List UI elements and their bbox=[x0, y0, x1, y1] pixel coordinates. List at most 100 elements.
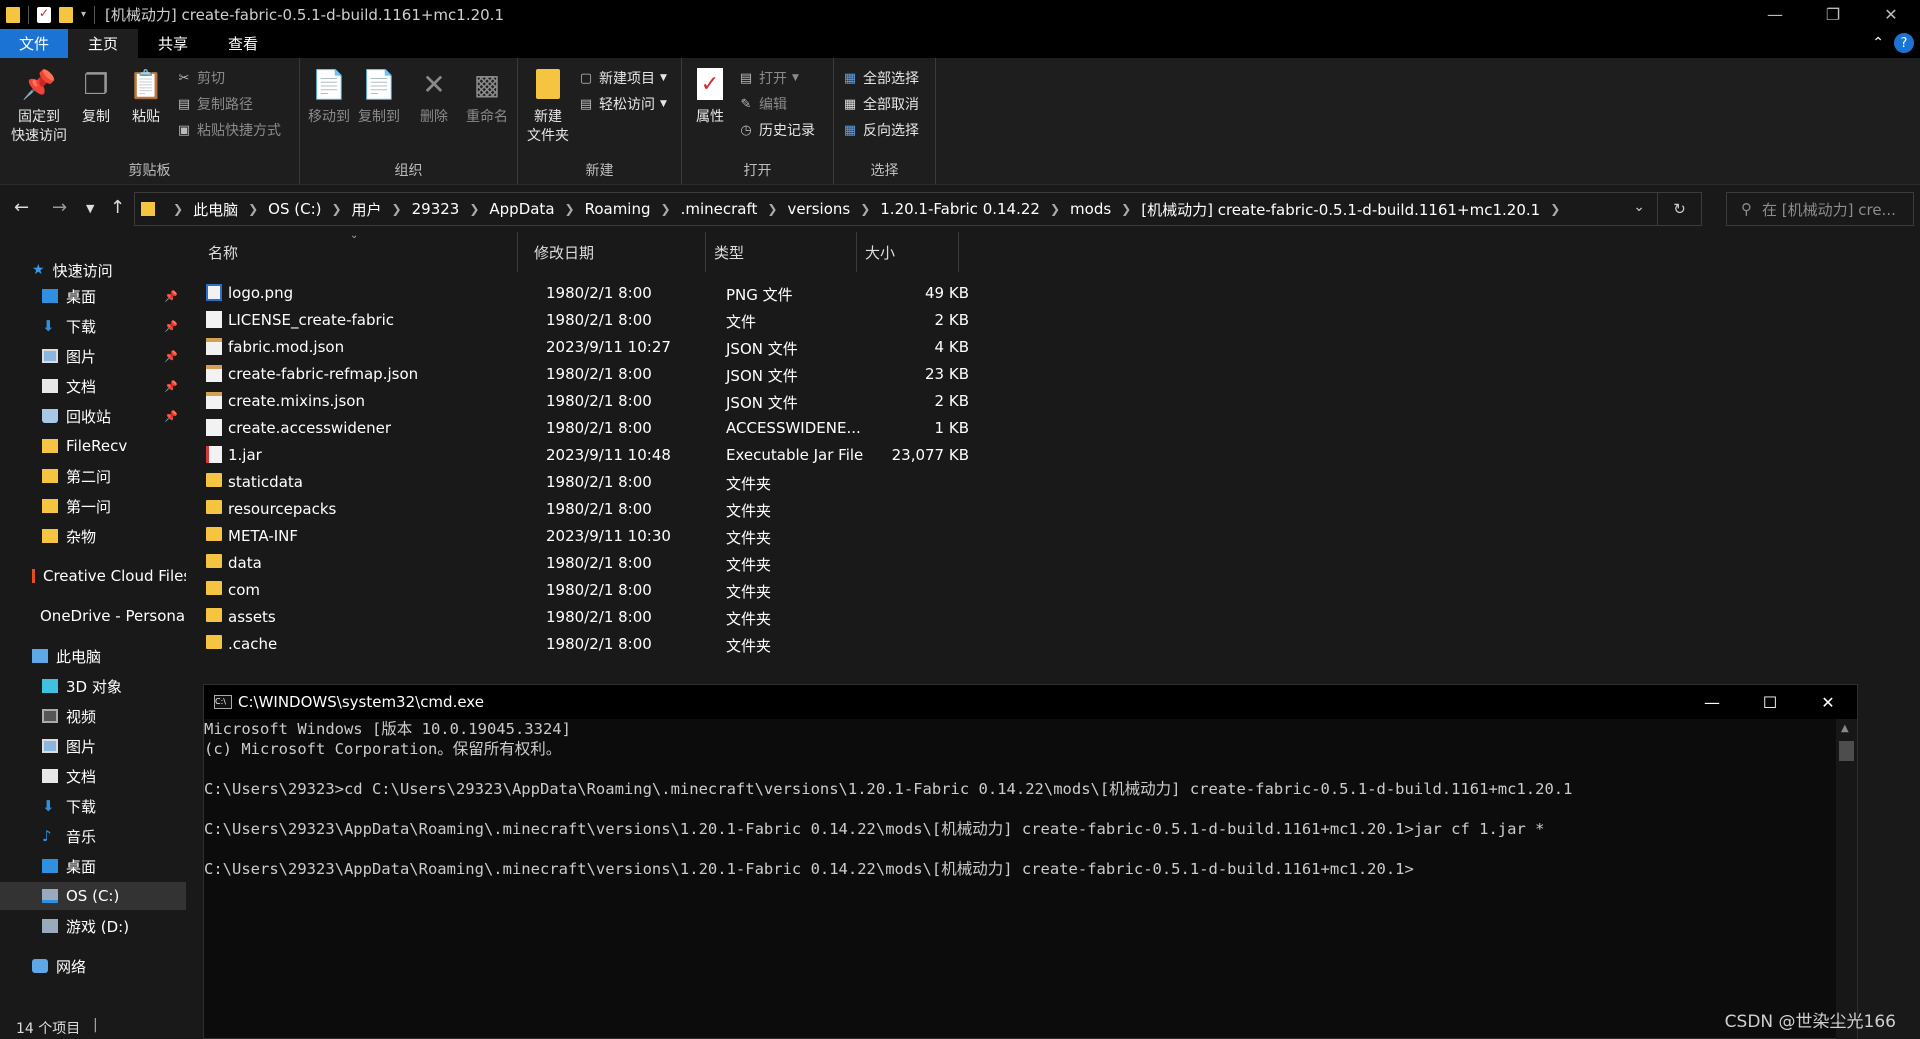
pin-icon[interactable]: 📌 bbox=[164, 290, 178, 303]
chevron-right-icon[interactable]: ❯ bbox=[469, 202, 479, 216]
tab-view[interactable]: 查看 bbox=[208, 29, 278, 58]
collapse-ribbon-icon[interactable]: ⌃ bbox=[1872, 35, 1884, 51]
pin-icon[interactable]: 📌 bbox=[164, 320, 178, 333]
sidebar-item-creative-cloud[interactable]: Creative Cloud Files bbox=[0, 562, 186, 590]
table-row[interactable]: META-INF 2023/9/11 10:30 文件夹 bbox=[206, 523, 1146, 550]
sidebar-item-desktop[interactable]: 桌面 📌 bbox=[0, 282, 186, 310]
select-none-button[interactable]: ▦ 全部取消 bbox=[842, 94, 919, 114]
table-row[interactable]: com 1980/2/1 8:00 文件夹 bbox=[206, 577, 1146, 604]
breadcrumb-item[interactable]: OS (C:) bbox=[268, 200, 321, 218]
properties-icon[interactable] bbox=[37, 6, 51, 23]
restore-button[interactable]: ❐ bbox=[1804, 0, 1862, 29]
back-icon[interactable]: ← bbox=[14, 197, 29, 218]
chevron-right-icon[interactable]: ❯ bbox=[661, 202, 671, 216]
scroll-thumb[interactable] bbox=[1839, 741, 1854, 761]
breadcrumb-item[interactable]: 1.20.1-Fabric 0.14.22 bbox=[880, 200, 1040, 218]
tab-file[interactable]: 文件 bbox=[0, 29, 69, 58]
up-icon[interactable]: ↑ bbox=[110, 197, 125, 218]
table-row[interactable]: create.mixins.json 1980/2/1 8:00 JSON 文件 2 … bbox=[206, 388, 1146, 415]
open-button[interactable]: ▤ 打开 ▼ bbox=[738, 68, 799, 88]
sidebar-item-downloads[interactable]: ⬇ 下载 bbox=[0, 792, 186, 820]
table-row[interactable]: logo.png 1980/2/1 8:00 PNG 文件 49 KB bbox=[206, 280, 1146, 307]
sidebar-item-downloads[interactable]: ⬇ 下载 📌 bbox=[0, 312, 186, 340]
scroll-up-icon[interactable]: ▲ bbox=[1841, 723, 1849, 734]
copy-to-button[interactable]: 📄 复制到 bbox=[356, 66, 402, 127]
sidebar-item-drive-c[interactable]: OS (C:) bbox=[0, 882, 186, 910]
cut-button[interactable]: ✂ 剪切 bbox=[176, 68, 225, 88]
sidebar-item-pictures[interactable]: 图片 bbox=[0, 732, 186, 760]
chevron-right-icon[interactable]: ❯ bbox=[860, 202, 870, 216]
move-to-button[interactable]: 📄 移动到 bbox=[306, 66, 352, 127]
help-icon[interactable]: ? bbox=[1894, 33, 1914, 53]
edit-button[interactable]: ✎ 编辑 bbox=[738, 94, 787, 114]
cmd-title-bar[interactable]: C:\ C:\WINDOWS\system32\cmd.exe — ☐ ✕ bbox=[204, 685, 1857, 719]
cmd-scrollbar[interactable]: ▲ bbox=[1836, 719, 1857, 1039]
breadcrumb-item[interactable]: 用户 bbox=[352, 199, 382, 220]
sidebar-item-documents[interactable]: 文档 📌 bbox=[0, 372, 186, 400]
copy-button[interactable]: ❐ 复制 bbox=[76, 66, 116, 127]
breadcrumb-item[interactable]: [机械动力] create-fabric-0.5.1-d-build.1161+… bbox=[1141, 199, 1540, 220]
address-bar[interactable]: ❯ 此电脑 ❯ OS (C:) ❯ 用户 ❯ 29323 ❯ AppData ❯ Roam… bbox=[134, 192, 1702, 226]
breadcrumb-item[interactable]: 此电脑 bbox=[193, 199, 238, 220]
refresh-icon[interactable]: ↻ bbox=[1657, 193, 1701, 225]
pin-icon[interactable]: 📌 bbox=[164, 410, 178, 423]
paste-shortcut-button[interactable]: ▣ 粘贴快捷方式 bbox=[176, 120, 281, 140]
new-folder-button[interactable]: 新建 文件夹 bbox=[524, 66, 572, 146]
sidebar-item-onedrive[interactable]: OneDrive - Personal bbox=[0, 602, 186, 630]
pin-icon[interactable]: 📌 bbox=[164, 350, 178, 363]
pin-icon[interactable]: 📌 bbox=[164, 380, 178, 393]
history-button[interactable]: ◷ 历史记录 bbox=[738, 120, 815, 140]
chevron-right-icon[interactable]: ❯ bbox=[392, 202, 402, 216]
chevron-right-icon[interactable]: ❯ bbox=[1121, 202, 1131, 216]
customize-toolbar-icon[interactable]: ▾ bbox=[81, 9, 86, 20]
chevron-right-icon[interactable]: ❯ bbox=[1550, 202, 1560, 216]
copy-path-button[interactable]: ▤ 复制路径 bbox=[176, 94, 253, 114]
properties-button[interactable]: ✓ 属性 bbox=[690, 66, 730, 127]
recent-locations-icon[interactable]: ▼ bbox=[86, 202, 94, 215]
cmd-maximize-button[interactable]: ☐ bbox=[1741, 685, 1799, 719]
table-row[interactable]: staticdata 1980/2/1 8:00 文件夹 bbox=[206, 469, 1146, 496]
chevron-right-icon[interactable]: ❯ bbox=[1050, 202, 1060, 216]
chevron-right-icon[interactable]: ❯ bbox=[331, 202, 341, 216]
cmd-output[interactable]: Microsoft Windows [版本 10.0.19045.3324] (… bbox=[204, 719, 1836, 878]
tab-share[interactable]: 共享 bbox=[138, 29, 208, 58]
sidebar-item-3d-objects[interactable]: 3D 对象 bbox=[0, 672, 186, 700]
sidebar-item-documents[interactable]: 文档 bbox=[0, 762, 186, 790]
delete-button[interactable]: ✕ 删除 bbox=[416, 66, 452, 127]
table-row[interactable]: LICENSE_create-fabric 1980/2/1 8:00 文件 2 KB bbox=[206, 307, 1146, 334]
breadcrumb-item[interactable]: AppData bbox=[489, 200, 554, 218]
new-folder-icon[interactable] bbox=[59, 6, 73, 23]
breadcrumb-item[interactable]: versions bbox=[787, 200, 850, 218]
cmd-close-button[interactable]: ✕ bbox=[1799, 685, 1857, 719]
cmd-minimize-button[interactable]: — bbox=[1683, 685, 1741, 719]
breadcrumb-item[interactable]: 29323 bbox=[412, 200, 460, 218]
sidebar-item-network[interactable]: 网络 bbox=[0, 952, 186, 980]
new-item-button[interactable]: ▢ 新建项目 ▼ bbox=[578, 68, 667, 88]
breadcrumb-item[interactable]: Roaming bbox=[585, 200, 651, 218]
tab-home[interactable]: 主页 bbox=[68, 29, 139, 58]
invert-selection-button[interactable]: ▦ 反向选择 bbox=[842, 120, 919, 140]
chevron-right-icon[interactable]: ❯ bbox=[565, 202, 575, 216]
sidebar-item-drive-d[interactable]: 游戏 (D:) bbox=[0, 912, 186, 940]
sidebar-item-music[interactable]: ♪ 音乐 bbox=[0, 822, 186, 850]
cmd-window[interactable]: C:\ C:\WINDOWS\system32\cmd.exe — ☐ ✕ Mi… bbox=[203, 684, 1858, 1039]
sidebar-item-folder[interactable]: 杂物 bbox=[0, 522, 186, 550]
minimize-button[interactable]: — bbox=[1746, 0, 1804, 29]
table-row[interactable]: create.accesswidener 1980/2/1 8:00 ACCESSW… bbox=[206, 415, 1146, 442]
sidebar-item-videos[interactable]: 视频 bbox=[0, 702, 186, 730]
sidebar-item-folder[interactable]: 第二问 bbox=[0, 462, 186, 490]
close-button[interactable]: ✕ bbox=[1862, 0, 1920, 29]
forward-icon[interactable]: → bbox=[52, 197, 67, 218]
table-row[interactable]: data 1980/2/1 8:00 文件夹 bbox=[206, 550, 1146, 577]
easy-access-button[interactable]: ▤ 轻松访问 ▼ bbox=[578, 94, 667, 114]
column-header-size[interactable]: 大小 bbox=[857, 232, 959, 272]
sidebar-item-filerecv[interactable]: FileRecv bbox=[0, 432, 186, 460]
breadcrumb-item[interactable]: mods bbox=[1070, 200, 1111, 218]
column-header-name[interactable]: 名称 ⌄ bbox=[200, 230, 518, 272]
sidebar-item-pictures[interactable]: 图片 📌 bbox=[0, 342, 186, 370]
chevron-right-icon[interactable]: ❯ bbox=[248, 202, 258, 216]
sidebar-item-quick-access[interactable]: ★ 快速访问 bbox=[0, 256, 186, 284]
paste-button[interactable]: 📋 粘贴 bbox=[126, 66, 166, 127]
select-all-button[interactable]: ▦ 全部选择 bbox=[842, 68, 919, 88]
table-row[interactable]: create-fabric-refmap.json 1980/2/1 8:00 JS… bbox=[206, 361, 1146, 388]
